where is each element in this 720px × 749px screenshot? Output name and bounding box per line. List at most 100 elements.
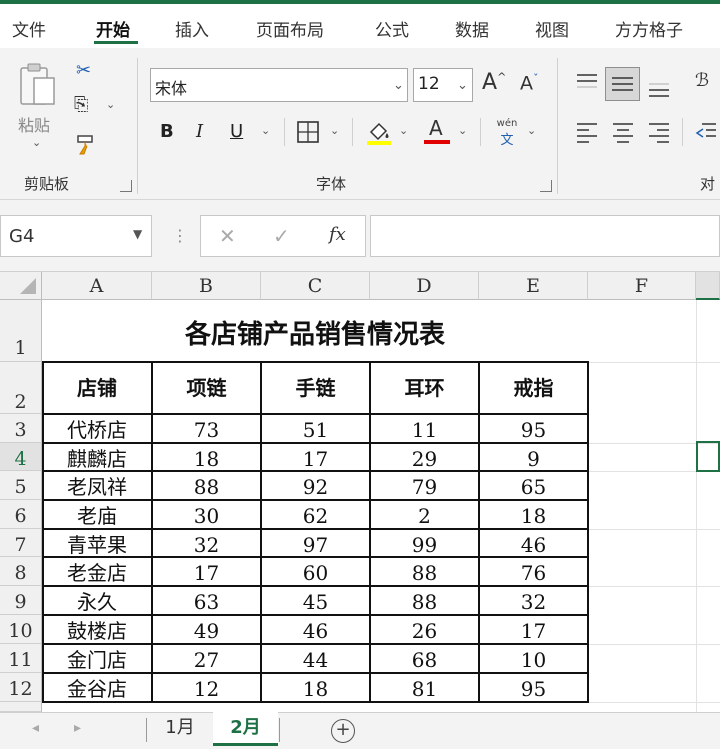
decrease-font-icon[interactable]: Aˇ	[520, 72, 539, 94]
bold-button[interactable]: B	[160, 121, 174, 142]
copy-icon[interactable]: ⎘	[74, 96, 88, 114]
table-title[interactable]: 各店铺产品销售情况表	[42, 300, 588, 362]
tab-view[interactable]: 视图	[535, 16, 569, 41]
border-icon[interactable]	[296, 120, 320, 144]
increase-font-icon[interactable]: A^	[482, 70, 506, 95]
font-color-icon: A	[429, 116, 443, 140]
row-header-6[interactable]: 6	[0, 500, 42, 529]
phonetic-dropdown-icon[interactable]: ⌄	[527, 124, 536, 137]
row-header-2[interactable]: 2	[0, 362, 42, 414]
header-cell-bracelet[interactable]: 手链	[261, 362, 370, 414]
row-header-12[interactable]: 12	[0, 673, 42, 702]
underline-button[interactable]: U	[230, 121, 243, 142]
table-row: 老金店 17 60 88 76	[42, 557, 588, 586]
clipboard-icon	[20, 63, 55, 105]
font-group-label: 字体	[316, 175, 347, 193]
header-cell-store[interactable]: 店铺	[42, 362, 152, 414]
formula-input[interactable]	[370, 215, 720, 257]
font-launcher-icon[interactable]	[540, 180, 552, 192]
table-border	[42, 499, 589, 501]
clipboard-launcher-icon[interactable]	[120, 180, 132, 192]
font-color-button[interactable]: A	[424, 116, 452, 146]
table-row: 鼓楼店 49 46 26 17	[42, 615, 588, 644]
column-header-d[interactable]: D	[370, 272, 479, 300]
tab-separator	[146, 718, 147, 742]
format-painter-icon[interactable]	[74, 132, 98, 156]
fill-color-icon[interactable]	[365, 118, 393, 146]
underline-dropdown-icon[interactable]: ⌄	[261, 124, 270, 137]
align-top-icon[interactable]	[575, 72, 599, 92]
phonetic-top-text: wén	[496, 118, 518, 129]
row-header-1[interactable]: 1	[0, 300, 42, 362]
alignment-group-label: 对	[700, 175, 716, 193]
sheet-tab-feb[interactable]: 2月	[213, 712, 278, 746]
align-middle-button[interactable]	[605, 67, 640, 101]
header-cell-earring[interactable]: 耳环	[370, 362, 479, 414]
tab-separator	[279, 718, 280, 742]
table-border	[42, 413, 589, 415]
row-header-3[interactable]: 3	[0, 414, 42, 443]
tab-file[interactable]: 文件	[12, 16, 46, 41]
table-border	[42, 556, 589, 558]
row-header-8[interactable]: 8	[0, 557, 42, 586]
table-row: 老凤祥 88 92 79 65	[42, 471, 588, 500]
decrease-indent-icon[interactable]	[694, 121, 718, 143]
column-header-a[interactable]: A	[42, 272, 152, 300]
font-separator	[480, 118, 481, 146]
row-header-11[interactable]: 11	[0, 644, 42, 673]
column-header-g[interactable]	[696, 272, 720, 300]
tab-insert[interactable]: 插入	[175, 16, 209, 41]
name-box[interactable]: G4	[0, 215, 152, 257]
add-sheet-icon[interactable]: +	[331, 719, 355, 743]
column-header-b[interactable]: B	[152, 272, 261, 300]
paste-button[interactable]	[18, 62, 60, 108]
column-header-f[interactable]: F	[588, 272, 696, 300]
insert-function-button[interactable]: fx	[329, 224, 346, 245]
font-separator	[352, 118, 353, 146]
row-header-5[interactable]: 5	[0, 471, 42, 500]
row-header-7[interactable]: 7	[0, 529, 42, 557]
cut-icon[interactable]: ✂	[76, 62, 91, 80]
phonetic-button[interactable]: wén 文	[494, 118, 520, 148]
scroll-left-icon[interactable]: ◂	[32, 720, 39, 736]
column-header-c[interactable]: C	[261, 272, 370, 300]
name-box-dropdown-icon[interactable]: ▼	[133, 227, 142, 241]
orientation-icon[interactable]: ℬ	[695, 70, 709, 91]
row-header-13[interactable]	[0, 702, 42, 712]
tab-home[interactable]: 开始	[96, 16, 130, 41]
group-separator	[557, 58, 558, 194]
align-left-icon[interactable]	[575, 121, 599, 143]
row-header-4[interactable]: 4	[0, 443, 42, 471]
select-all-corner[interactable]	[0, 272, 42, 300]
fill-color-dropdown-icon[interactable]: ⌄	[399, 124, 408, 137]
header-cell-necklace[interactable]: 项链	[152, 362, 261, 414]
tab-formulas[interactable]: 公式	[375, 16, 409, 41]
align-separator	[682, 118, 683, 146]
column-header-e[interactable]: E	[479, 272, 588, 300]
active-cell-g4[interactable]	[696, 441, 720, 472]
row-header-9[interactable]: 9	[0, 586, 42, 615]
clipboard-group-label: 剪贴板	[24, 175, 70, 193]
header-cell-ring[interactable]: 戒指	[479, 362, 588, 414]
sheet-tab-jan[interactable]: 1月	[150, 712, 210, 746]
confirm-icon[interactable]: ✓	[273, 224, 290, 248]
tab-fangfang[interactable]: 方方格子	[615, 16, 683, 41]
italic-button[interactable]: I	[196, 121, 203, 142]
align-bottom-icon[interactable]	[647, 76, 671, 98]
formula-bar-handle-icon[interactable]: ⋮	[172, 226, 188, 245]
font-color-dropdown-icon[interactable]: ⌄	[458, 124, 467, 137]
border-dropdown-icon[interactable]: ⌄	[330, 124, 339, 137]
tab-page-layout[interactable]: 页面布局	[256, 16, 324, 41]
font-family-dropdown-icon[interactable]: ⌄	[393, 78, 404, 93]
copy-dropdown-icon[interactable]: ⌄	[106, 98, 115, 111]
align-center-icon[interactable]	[611, 121, 635, 143]
paste-dropdown-icon[interactable]: ⌄	[32, 136, 41, 149]
cancel-icon[interactable]: ✕	[219, 224, 236, 248]
row-header-10[interactable]: 10	[0, 615, 42, 644]
group-separator	[137, 58, 138, 194]
scroll-right-icon[interactable]: ▸	[74, 720, 81, 736]
align-right-icon[interactable]	[647, 121, 671, 143]
tab-data[interactable]: 数据	[455, 16, 489, 41]
font-size-dropdown-icon[interactable]: ⌄	[457, 78, 468, 93]
font-family-select[interactable]: 宋体	[150, 68, 408, 102]
